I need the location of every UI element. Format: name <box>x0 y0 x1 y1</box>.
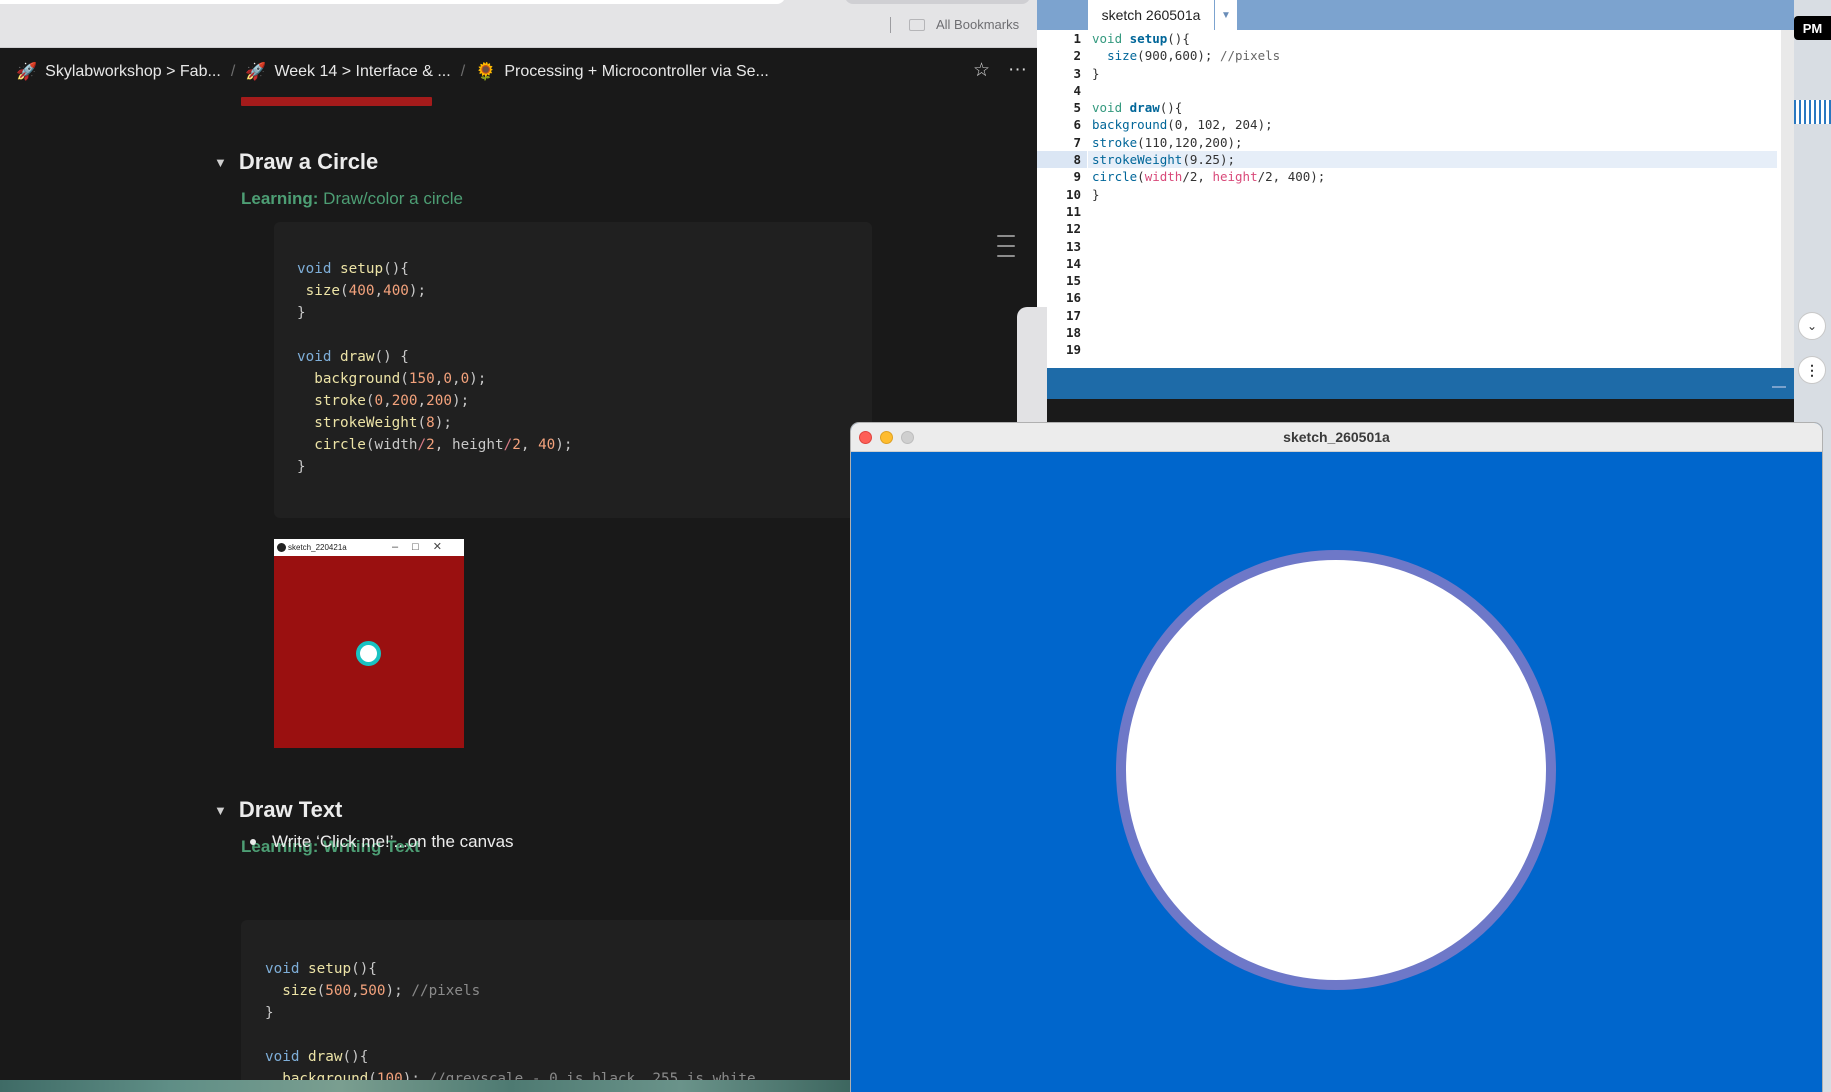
minimize-window-button[interactable] <box>880 431 893 444</box>
menu-bar-clock: PM <box>1794 16 1831 40</box>
background-pattern <box>1794 100 1831 124</box>
mini-window-titlebar: sketch_220421a –□✕ <box>274 539 464 556</box>
processing-editor: sketch 260501a ▼ 1 2 3 4 5 6 7 8 9 10 11… <box>1037 0 1794 422</box>
code-block-circle[interactable]: void setup(){ size(400,400);} void draw()… <box>274 222 872 518</box>
zoom-window-button[interactable] <box>901 431 914 444</box>
toggle-triangle-icon[interactable]: ▼ <box>214 155 227 170</box>
screen: All Bookmarks 🚀 Skylabworkshop > Fab... … <box>0 0 1831 1092</box>
mini-window-title: sketch_220421a <box>288 543 347 552</box>
example-sketch-image: sketch_220421a –□✕ <box>274 539 464 748</box>
learning-line: Learning: Draw/color a circle <box>241 189 463 209</box>
toolbar-button-group[interactable] <box>845 0 1030 4</box>
line-number: 6 <box>1073 117 1081 133</box>
toggle-heading-draw-text[interactable]: ▼ Draw Text <box>214 797 342 823</box>
desktop-wallpaper <box>0 1080 851 1092</box>
line-number: 10 <box>1065 186 1081 202</box>
line-number: 9 <box>1073 169 1081 185</box>
breadcrumb-item[interactable]: 🚀 Week 14 > Interface & ... <box>245 62 450 82</box>
list-item: Write ‘Click me!’...on the canvas <box>250 832 514 852</box>
line-number: 16 <box>1065 290 1081 306</box>
more-vertical-icon[interactable]: ⋮ <box>1798 356 1826 384</box>
breadcrumb-separator: / <box>460 62 466 80</box>
processing-icon <box>277 543 286 552</box>
code-block-text[interactable]: void setup(){ size(500,500); //pixels} vo… <box>241 920 872 1092</box>
chevron-down-icon[interactable]: ⌄ <box>1798 312 1826 340</box>
window-titlebar[interactable]: sketch_260501a <box>851 423 1822 452</box>
breadcrumb-item[interactable]: 🌻 Processing + Microcontroller via Se... <box>475 62 769 82</box>
code-editor[interactable]: 1 2 3 4 5 6 7 8 9 10 11 12 13 14 15 16 1… <box>1037 30 1781 368</box>
sunflower-icon: 🌻 <box>475 61 497 81</box>
breadcrumb-item[interactable]: 🚀 Skylabworkshop > Fab... <box>16 62 221 82</box>
line-number: 11 <box>1065 203 1081 219</box>
learning-label: Learning: <box>241 189 319 208</box>
tab-sketch[interactable]: sketch 260501a <box>1088 0 1214 30</box>
breadcrumb-separator: / <box>230 62 236 80</box>
toggle-heading-draw-circle[interactable]: ▼ Draw a Circle <box>214 149 378 175</box>
bullet-dot <box>250 839 256 845</box>
line-number: 7 <box>1073 134 1081 150</box>
bullet-text: Write ‘Click me!’...on the canvas <box>272 832 514 851</box>
drawn-circle <box>1116 550 1556 990</box>
line-number: 14 <box>1065 255 1081 271</box>
background-window <box>1017 307 1047 422</box>
star-icon[interactable]: ☆ <box>973 59 990 82</box>
breadcrumb-label: Week 14 > Interface & ... <box>274 62 451 80</box>
console-area <box>1037 399 1794 422</box>
all-bookmarks-link[interactable]: All Bookmarks <box>936 17 1019 32</box>
toggle-triangle-icon[interactable]: ▼ <box>214 803 227 818</box>
section-title: Draw Text <box>238 797 343 822</box>
status-bar <box>1037 368 1794 399</box>
section-title: Draw a Circle <box>238 149 379 174</box>
line-number: 13 <box>1065 238 1081 254</box>
line-number: 4 <box>1073 82 1081 98</box>
example-circle <box>356 641 381 666</box>
line-number-current: 8 <box>1037 151 1087 169</box>
page-actions: ☆ ··· <box>973 59 1027 82</box>
editor-scrollbar[interactable] <box>1781 30 1794 368</box>
breadcrumb-label: Skylabworkshop > Fab... <box>45 62 221 80</box>
highlight-bar <box>241 97 432 106</box>
line-number: 1 <box>1073 31 1081 46</box>
breadcrumb: 🚀 Skylabworkshop > Fab... / 🚀 Week 14 > … <box>0 49 1037 94</box>
tab-menu-arrow-icon[interactable]: ▼ <box>1215 0 1237 30</box>
sketch-source[interactable]: void setup(){ size(900,600); //pixels} vo… <box>1088 30 1777 203</box>
line-number: 3 <box>1073 65 1081 81</box>
rocket-icon: 🚀 <box>16 61 38 81</box>
outline-icon[interactable] <box>997 235 1015 265</box>
browser-toolbar: All Bookmarks <box>0 0 1037 48</box>
address-bar[interactable] <box>0 0 785 4</box>
toolbar-divider <box>890 17 891 33</box>
sketch-canvas <box>851 452 1822 1092</box>
line-number: 12 <box>1065 221 1081 237</box>
rocket-icon: 🚀 <box>245 61 267 81</box>
line-number: 2 <box>1073 48 1081 64</box>
line-number: 5 <box>1073 100 1081 116</box>
breadcrumb-label: Processing + Microcontroller via Se... <box>504 62 769 80</box>
window-controls: –□✕ <box>392 541 456 553</box>
close-window-button[interactable] <box>859 431 872 444</box>
window-title: sketch_260501a <box>1283 429 1390 445</box>
folder-icon <box>909 19 925 31</box>
more-options-icon[interactable]: ··· <box>1008 59 1027 82</box>
learning-text: Draw/color a circle <box>318 189 463 208</box>
sketch-output-window: sketch_260501a <box>851 423 1822 1092</box>
console-toggle-icon[interactable] <box>1772 376 1786 388</box>
line-number: 15 <box>1065 273 1081 289</box>
